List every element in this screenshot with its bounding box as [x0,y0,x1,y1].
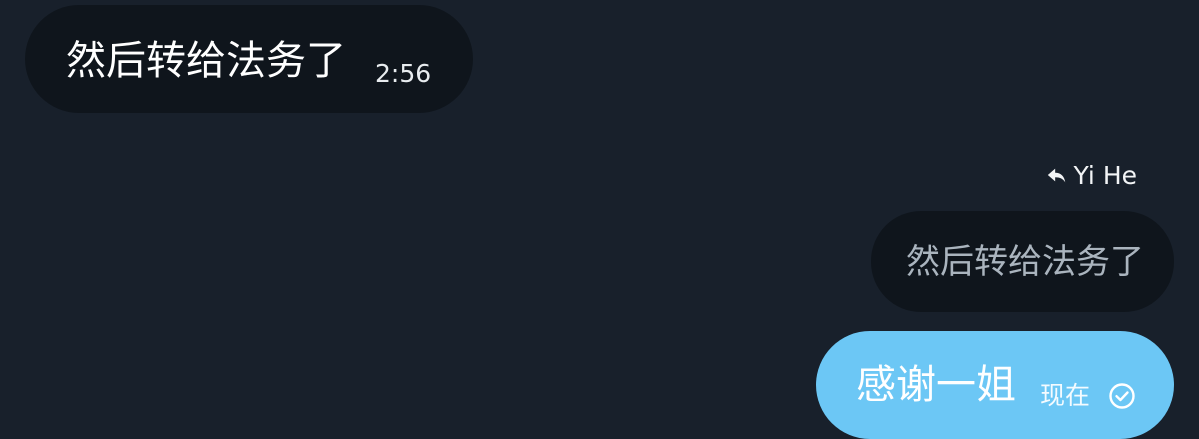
reply-arrow-icon [1046,164,1068,186]
reply-header[interactable]: Yi He [1046,158,1137,192]
reply-to-name: Yi He [1073,160,1137,190]
check-circle-icon [1108,382,1136,410]
outgoing-message-text: 感谢一姐 [856,362,1016,408]
incoming-message-text: 然后转给法务了 [66,38,346,84]
outgoing-message-time: 现在 [1040,381,1091,410]
outgoing-message-bubble[interactable]: 感谢一姐 现在 [816,331,1174,439]
incoming-message-time: 2:56 [375,59,432,88]
quoted-message-text: 然后转给法务了 [906,242,1144,282]
quoted-message-bubble[interactable]: 然后转给法务了 [871,211,1174,312]
incoming-message-bubble[interactable]: 然后转给法务了 2:56 [25,5,473,113]
